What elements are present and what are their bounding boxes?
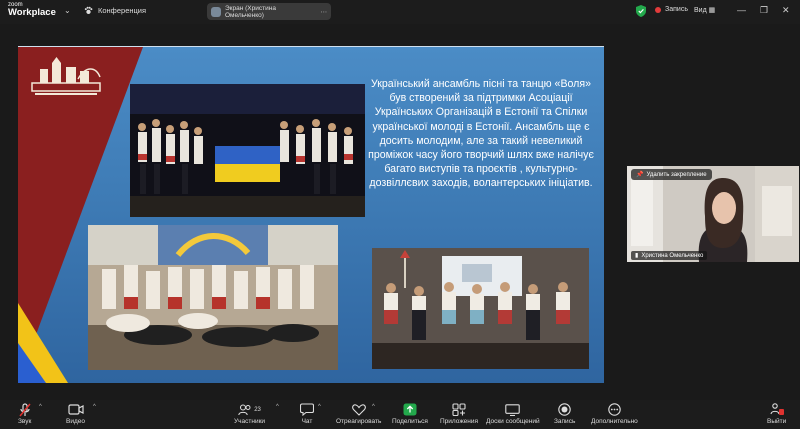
video-label: Видео [66, 418, 85, 425]
slide-blue-corner [18, 343, 46, 383]
participant-name: Христина Омельченко [641, 252, 704, 259]
whiteboards-label: Доски сообщений [486, 418, 540, 425]
unpin-button[interactable]: 📌 Удалить закрепление [631, 169, 712, 180]
participants-count: 23 [254, 406, 261, 413]
more-icon [608, 402, 621, 417]
record-label: Запись [554, 418, 576, 425]
more-label: Дополнительно [591, 418, 638, 425]
chat-label: Чат [301, 418, 313, 425]
participants-icon: 23 [238, 402, 261, 417]
audio-options-chevron-icon[interactable]: ^ [39, 404, 42, 410]
record-button[interactable]: Запись [554, 402, 575, 425]
top-bar: zoom Workplace ⌄ Конференция Экран (Хрис… [0, 0, 800, 24]
signal-bars-icon: ▮ [635, 253, 639, 259]
conference-info-button[interactable]: Конференция [84, 6, 146, 15]
sharer-avatar [211, 6, 221, 17]
unpin-label: Удалить закрепление [646, 171, 707, 178]
whiteboard-icon [505, 402, 521, 417]
ensemble-stage-photo [130, 84, 365, 217]
apps-label: Приложения [440, 418, 479, 425]
leave-icon [770, 402, 784, 417]
chat-options-chevron-icon[interactable]: ^ [318, 404, 321, 410]
conference-label: Конференция [98, 6, 147, 15]
audio-button[interactable]: Звук [18, 402, 31, 425]
record-dot-icon [655, 6, 661, 13]
participants-label: Участники [234, 418, 266, 425]
leave-button[interactable]: Выйти [767, 402, 786, 425]
view-label: Вид [694, 7, 707, 14]
camera-icon [67, 402, 84, 417]
muted-mic-icon [19, 402, 31, 417]
minimize-icon[interactable]: — [737, 5, 746, 15]
record-indicator-label: Запись [665, 6, 688, 13]
participant-video-feed [627, 166, 799, 262]
recording-indicator[interactable]: Запись [655, 6, 688, 13]
pin-icon: 📌 [636, 172, 644, 178]
screen-share-label: Экран (Христина Омельченко) [224, 4, 276, 19]
more-dots-icon[interactable]: ⋯ [321, 8, 328, 16]
meeting-toolbar: Звук ^ Видео ^ 23 Участники ^ Чат ^ Отре… [0, 400, 800, 429]
share-screen-icon [403, 402, 417, 417]
zoom-logo: zoom Workplace [8, 2, 56, 18]
presentation-slide: Український ансамбль пісні та танцю «Вол… [18, 47, 604, 383]
chevron-down-icon[interactable]: ⌄ [64, 6, 71, 15]
apps-button[interactable]: Приложения [440, 402, 478, 425]
view-grid-icon: ▦ [708, 7, 716, 14]
heart-icon [351, 402, 366, 417]
record-icon [558, 402, 571, 417]
participant-name-tag: ▮ Христина Омельченко [631, 251, 708, 260]
security-shield-icon[interactable] [636, 5, 646, 17]
share-label: Поделиться [392, 418, 428, 425]
more-button[interactable]: Дополнительно [591, 402, 638, 425]
maximize-icon[interactable]: ❐ [760, 5, 768, 16]
organization-emblem-icon [31, 57, 101, 95]
view-button[interactable]: Вид ▦ [694, 6, 715, 14]
slide-description-text: Український ансамбль пісні та танцю «Вол… [368, 78, 594, 190]
share-button[interactable]: Поделиться [392, 402, 428, 425]
video-button[interactable]: Видео [66, 402, 85, 425]
chat-button[interactable]: Чат [300, 402, 314, 425]
apps-icon [452, 402, 466, 417]
ensemble-hall-photo [372, 248, 589, 369]
chat-icon [300, 402, 314, 417]
participant-video-tile[interactable]: 📌 Удалить закрепление ▮ Христина Омельче… [627, 166, 799, 262]
paw-icon [84, 6, 93, 15]
ensemble-group-photo [88, 225, 338, 370]
participants-options-chevron-icon[interactable]: ^ [276, 404, 279, 410]
participants-button[interactable]: 23 Участники [234, 402, 265, 425]
video-options-chevron-icon[interactable]: ^ [93, 404, 96, 410]
audio-label: Звук [18, 418, 32, 425]
screen-share-pill[interactable]: Экран (Христина Омельченко) ⋯ [207, 3, 331, 20]
whiteboards-button[interactable]: Доски сообщений [486, 402, 540, 425]
logo-big-text: Workplace [8, 7, 56, 18]
react-options-chevron-icon[interactable]: ^ [372, 404, 375, 410]
react-label: Отреагировать [336, 418, 382, 425]
close-icon[interactable]: ✕ [782, 5, 790, 16]
leave-label: Выйти [767, 418, 787, 425]
